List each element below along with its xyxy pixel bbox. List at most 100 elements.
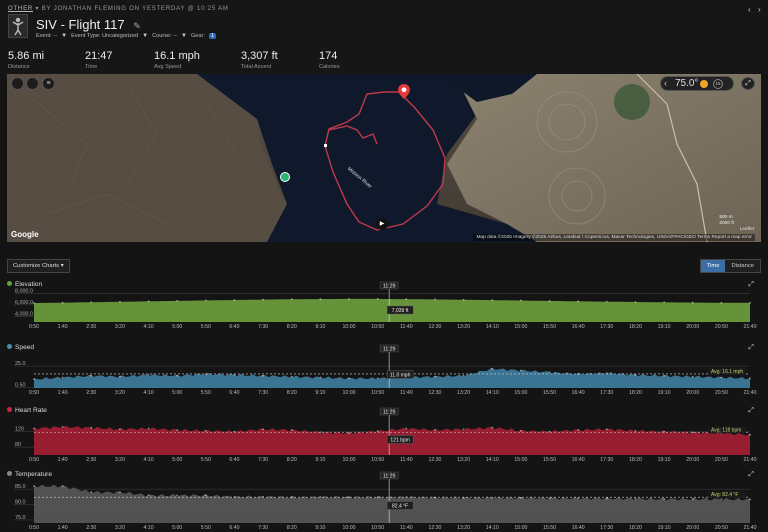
- average-label: Avg: 118 bpm: [711, 427, 741, 433]
- chart-plot[interactable]: 25.0 0.50 Avg: 16.1 mph 11:29 11.0 mph 0:50 1:…: [0, 344, 768, 398]
- course-dropdown[interactable]: Course: --: [152, 33, 177, 39]
- x-tick-label: 7:30: [258, 457, 268, 463]
- series-point: [376, 298, 379, 300]
- gear-count-badge[interactable]: 1: [208, 33, 216, 39]
- series-point: [33, 378, 35, 381]
- temperature-chart[interactable]: 85.0 80.0 75.0 Avg: 82.4 °F 11:29 82.4 °F 0:50…: [0, 471, 768, 532]
- stat-distance: 5.86 mi Distance: [8, 50, 44, 70]
- chevron-down-icon[interactable]: ▼: [181, 33, 187, 39]
- activity-title[interactable]: SIV - Flight 117 ✎: [36, 17, 141, 32]
- chart-plot[interactable]: 8,000.0 6,000.0 4,000.0 11:29 7,039 ft 0:50 1:…: [0, 281, 768, 332]
- gear-label: Gear:: [190, 33, 205, 39]
- series-point: [262, 298, 265, 301]
- x-tick-label: 13:20: [457, 457, 470, 463]
- leaflet-link[interactable]: Leaflet: [740, 227, 754, 232]
- x-tick-label: 21:40: [744, 457, 757, 463]
- series-point: [176, 299, 179, 302]
- x-tick-label: 11:40: [400, 457, 413, 463]
- series-point: [462, 428, 465, 431]
- stat-time: 21:47 Time: [85, 50, 113, 70]
- series-point: [204, 429, 207, 432]
- time-toggle-button[interactable]: Time: [700, 260, 726, 272]
- series-dot: [7, 344, 12, 349]
- layers-icon[interactable]: ≡: [42, 77, 55, 90]
- x-tick-label: 12:30: [428, 390, 441, 396]
- x-tick-label: 8:20: [287, 390, 297, 396]
- series-point: [634, 497, 637, 500]
- series-point: [605, 497, 608, 500]
- map-control[interactable]: [26, 77, 39, 90]
- x-tick-label: 9:10: [315, 525, 325, 531]
- x-tick-label: 12:30: [428, 324, 441, 330]
- expand-icon[interactable]: ⤢: [748, 407, 754, 415]
- x-tick-label: 2:30: [86, 525, 96, 531]
- time-scale-badge[interactable]: 15: [713, 79, 723, 89]
- expand-icon[interactable]: ⤢: [748, 344, 754, 352]
- x-tick-label: 16:40: [572, 324, 585, 330]
- map-scale: 500 m 2000 ft: [719, 215, 734, 227]
- x-tick-label: 10:00: [343, 390, 356, 396]
- track-marker: [324, 144, 327, 147]
- series-point: [634, 429, 637, 432]
- series-point: [290, 298, 293, 301]
- series-point: [663, 301, 665, 304]
- series-point: [491, 367, 494, 370]
- x-tick-label: 17:30: [600, 390, 613, 396]
- y-tick-label: 85.0: [15, 484, 26, 490]
- chart-title: Temperature: [7, 471, 52, 478]
- event-type-dropdown[interactable]: Event Type: Uncategorized: [71, 33, 138, 39]
- heart-rate-chart[interactable]: 120 80 Avg: 118 bpm 11:29 121 bpm 0:50 1:40 2:3…: [0, 407, 768, 463]
- series-point: [176, 494, 179, 497]
- activity-meta-row: Event: -- ▼ Event Type: Uncategorized ▼ Co…: [36, 33, 216, 39]
- temperature-widget[interactable]: ‹ 75.0° 15: [660, 76, 734, 91]
- zoom-control[interactable]: [11, 77, 24, 90]
- x-tick-label: 9:10: [315, 390, 325, 396]
- chevron-down-icon[interactable]: ▼: [61, 33, 67, 39]
- customize-charts-dropdown[interactable]: Customize Charts ▾: [7, 259, 70, 273]
- expand-icon[interactable]: ⤢: [748, 471, 754, 479]
- chevron-left-icon[interactable]: ‹: [748, 5, 751, 14]
- x-tick-label: 10:50: [371, 324, 384, 330]
- route-map[interactable]: ≡ ‹ 75.0° 15 ⤢ Mission River ▶ 500 m 200…: [7, 74, 761, 242]
- series-point: [691, 498, 694, 500]
- chart-plot[interactable]: 85.0 80.0 75.0 Avg: 82.4 °F 11:29 82.4 °F 0:50…: [0, 471, 768, 532]
- other-dropdown[interactable]: OTHER: [8, 6, 33, 12]
- event-dropdown[interactable]: Event: --: [36, 33, 57, 39]
- other-caret-icon[interactable]: ▾: [35, 6, 39, 12]
- series-point: [405, 298, 408, 301]
- series-point: [61, 426, 64, 428]
- y-tick-label: 25.0: [15, 361, 26, 367]
- chevron-left-icon[interactable]: ‹: [664, 77, 667, 90]
- speed-chart[interactable]: 25.0 0.50 Avg: 16.1 mph 11:29 11.0 mph 0:50 1:…: [0, 344, 768, 396]
- series-point: [720, 498, 723, 501]
- series-point: [204, 494, 207, 497]
- x-tick-label: 5:00: [172, 324, 182, 330]
- cursor-value-label: 7,039 ft: [392, 308, 409, 314]
- series-point: [176, 374, 179, 377]
- chart-plot[interactable]: 120 80 Avg: 118 bpm 11:29 121 bpm 0:50 1:40 2:3…: [0, 407, 768, 465]
- chevron-down-icon: ▾: [60, 263, 64, 269]
- edit-pencil-icon[interactable]: ✎: [133, 21, 141, 32]
- chevron-down-icon[interactable]: ▼: [142, 33, 148, 39]
- series-point: [405, 427, 408, 430]
- chevron-right-icon[interactable]: ›: [758, 5, 761, 14]
- chart-title-text: Elevation: [15, 281, 43, 288]
- x-tick-label: 0:50: [29, 525, 39, 531]
- x-tick-label: 20:00: [686, 457, 699, 463]
- stat-value: 5.86 mi: [8, 50, 45, 62]
- x-tick-label: 5:50: [201, 457, 211, 463]
- series-point: [376, 430, 379, 433]
- x-tick-label: 21:40: [744, 324, 757, 330]
- series-point: [319, 376, 322, 379]
- x-tick-label: 17:30: [600, 324, 613, 330]
- expand-icon[interactable]: ⤢: [748, 281, 754, 289]
- elevation-chart[interactable]: 8,000.0 6,000.0 4,000.0 11:29 7,039 ft 0:50 1:…: [0, 281, 768, 331]
- expand-icon[interactable]: ⤢: [741, 77, 755, 90]
- play-icon[interactable]: ▶: [376, 218, 388, 230]
- start-pin-icon[interactable]: [280, 172, 290, 182]
- series-point: [290, 429, 293, 431]
- map-attribution[interactable]: Map data ©2025 Imagery ©2025 Airbus, Lan…: [473, 234, 755, 241]
- end-pin-icon[interactable]: [398, 84, 410, 99]
- series-point: [233, 495, 236, 498]
- distance-toggle-button[interactable]: Distance: [725, 260, 760, 272]
